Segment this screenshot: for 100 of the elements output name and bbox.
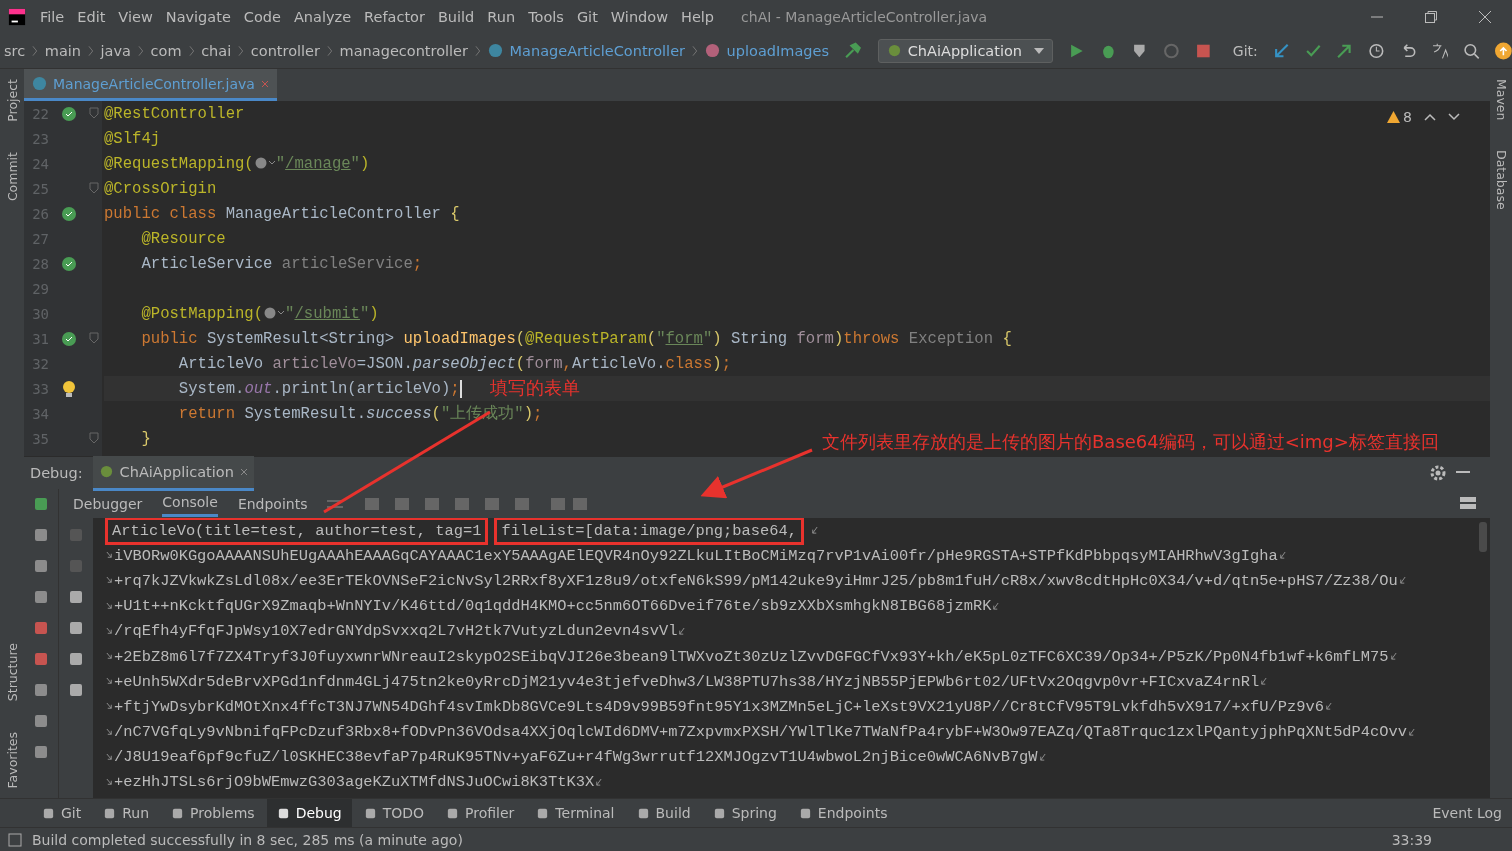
- run-configuration-dropdown[interactable]: ChAiApplication: [877, 38, 1053, 63]
- down-caret-icon[interactable]: [1448, 113, 1460, 121]
- bean-icon[interactable]: [61, 330, 77, 347]
- breadcrumb-item[interactable]: main: [44, 42, 81, 59]
- wrap-start-icon: [106, 777, 113, 787]
- menu-item[interactable]: View: [118, 8, 153, 25]
- tool-window-tab[interactable]: Git: [32, 799, 92, 827]
- code-line: @Resource: [140, 229, 226, 248]
- tool-window-tab[interactable]: Spring: [702, 799, 787, 827]
- menu-item[interactable]: File: [40, 8, 65, 25]
- close-icon[interactable]: [1478, 9, 1492, 24]
- menu-item[interactable]: Run: [487, 8, 516, 25]
- menu-item[interactable]: Edit: [77, 8, 106, 25]
- fold-icon[interactable]: [89, 181, 99, 194]
- tool-window-tab[interactable]: Debug: [266, 799, 352, 827]
- update-icon[interactable]: [1272, 41, 1290, 60]
- panel-tab[interactable]: Console: [162, 490, 218, 517]
- wrap-end-icon: [678, 626, 686, 636]
- menu-item[interactable]: Window: [610, 8, 668, 25]
- console-output: +2EbZ8m6l7f7ZX4Tryf3J0fuyxwnrWNreauI2skypO2SEibqVJI26e3bean9lTWXvoZt30zUzlZvvDGFGCfVx93Y+kh/eK5pL0zTFC6XC39/Op34+/P5zK/Pp0N4fb1wf+k6mfLM75: [114, 647, 1389, 666]
- settings-icon[interactable]: [1430, 465, 1446, 481]
- caret-position[interactable]: 33:39: [1391, 831, 1432, 848]
- tool-window-button[interactable]: Maven: [1493, 79, 1509, 121]
- tool-window-tab[interactable]: Problems: [161, 799, 265, 827]
- tool-window-button[interactable]: Project: [4, 79, 20, 122]
- menu-item[interactable]: Build: [437, 8, 475, 25]
- tool-window-button[interactable]: Favorites: [4, 731, 20, 788]
- wrap-start-icon: [106, 702, 113, 712]
- wrap-start-icon: [106, 601, 113, 611]
- chevron-icon: [32, 44, 38, 57]
- lightbulb-icon[interactable]: [62, 379, 76, 398]
- close-icon[interactable]: [239, 467, 248, 476]
- class-icon: [32, 76, 47, 91]
- breadcrumb-item[interactable]: chai: [201, 42, 232, 59]
- wrap-start-icon: [106, 727, 113, 737]
- wrap-end-icon: [1260, 677, 1268, 687]
- code-line: @Slf4j: [104, 129, 161, 148]
- tool-window-tab[interactable]: Profiler: [436, 799, 525, 827]
- menu-item[interactable]: Refactor: [364, 8, 425, 25]
- spring-app-icon: [98, 464, 114, 479]
- stop-icon[interactable]: [32, 619, 50, 637]
- history-icon[interactable]: [1368, 41, 1385, 60]
- annotation-note: 文件列表里存放的是上传的图片的Base64编码，可以通过<img>标签直接回: [822, 430, 1439, 454]
- breadcrumb-item[interactable]: ManageArticleController: [509, 42, 685, 59]
- up-caret-icon[interactable]: [1424, 113, 1436, 121]
- tool-window-tab[interactable]: Endpoints: [788, 799, 898, 827]
- restore-icon[interactable]: [1424, 9, 1438, 24]
- fold-icon[interactable]: [89, 431, 99, 444]
- event-log-tab[interactable]: Event Log: [1422, 799, 1512, 827]
- wrap-end-icon: [1038, 752, 1046, 762]
- translate-icon[interactable]: [1431, 41, 1449, 60]
- scrollbar-thumb[interactable]: [1479, 522, 1487, 552]
- chevron-icon: [475, 44, 481, 57]
- console-output: iVBORw0KGgoAAAANSUhEUgAAAhEAAAGqCAYAAAC1exY5AAAgAElEQVR4nOy92ZLkuLItBoCMiMzq7rvP1vAi00fr/pHe9RGSTA+STPfKdPbbpqsyMIAHRhwV3gIgha: [114, 546, 1278, 565]
- code-line: @CrossOrigin: [104, 179, 217, 198]
- tool-window-tab[interactable]: Run: [93, 799, 160, 827]
- git-label: Git:: [1232, 42, 1258, 59]
- code-line: public SystemResult<String> uploadImages(@RequestParam("form") String form)throws Exception {: [140, 329, 1012, 348]
- console-output: +ftjYwDsybrKdMOtXnx4ffcT3NJ7WN54DGhf4svImkDb8GVCe9Lts4D9v99B59fnt95Y1x3MZMn5eLjC+leXst9VX21yU8P//Cr8tCfV95T9Lvkfdh5vX917/+xfU/Pz9v6: [114, 697, 1324, 716]
- menu-item[interactable]: Git: [576, 8, 598, 25]
- layout-icon[interactable]: [1460, 496, 1476, 511]
- fold-icon[interactable]: [89, 106, 99, 119]
- method-icon: [704, 43, 720, 58]
- wrap-end-icon: [811, 526, 818, 536]
- breadcrumb-item[interactable]: java: [100, 42, 131, 59]
- bean-icon[interactable]: [61, 255, 77, 272]
- panel-tab[interactable]: Endpoints: [237, 491, 308, 516]
- wrap-start-icon: [106, 551, 113, 561]
- console-output: /nC7VGfqLy9vNbnifqFPcDzuf3Rbx8+fODvPn36VOdsa4XXjOqlcWId6DMV+m7ZxpvmxPXSH/YWlTlKe7TWaNfPa4rybF+W3Ow97EAZq/QTa8Trquc1zxlPQantyjphPqXNt5dP4cOvv: [114, 723, 1408, 742]
- tool-window-button[interactable]: Database: [1493, 150, 1509, 211]
- menu-item[interactable]: Analyze: [293, 8, 352, 25]
- search-icon[interactable]: [1463, 41, 1481, 60]
- panel-toggle-icon[interactable]: [8, 832, 22, 847]
- menu-item[interactable]: Tools: [528, 8, 564, 25]
- session-tab[interactable]: ChAiApplication: [92, 455, 254, 491]
- tool-window-tab[interactable]: TODO: [353, 799, 435, 827]
- bean-icon[interactable]: [61, 205, 77, 222]
- breadcrumb-item[interactable]: controller: [250, 42, 320, 59]
- annotation-note: 填写的表单: [490, 378, 580, 398]
- fold-icon[interactable]: [89, 331, 99, 344]
- breadcrumb-item[interactable]: com: [150, 42, 182, 59]
- wrap-start-icon: [106, 576, 113, 586]
- wrap-end-icon: [1278, 551, 1286, 561]
- tool-window-button[interactable]: Commit: [4, 151, 20, 201]
- tool-window-tab[interactable]: Terminal: [526, 799, 625, 827]
- minimize-panel-icon[interactable]: [1456, 471, 1470, 475]
- tool-window-button[interactable]: Structure: [4, 643, 20, 702]
- bean-icon[interactable]: [61, 105, 77, 122]
- code-line: ArticleVo articleVo=JSON.parseObject(form,ArticleVo.class);: [177, 354, 732, 373]
- menu-item[interactable]: Code: [243, 8, 281, 25]
- chevron-icon: [692, 44, 698, 57]
- tool-window-tab[interactable]: Build: [626, 799, 701, 827]
- menu-item[interactable]: Help: [681, 8, 715, 25]
- breadcrumb-item[interactable]: managecontroller: [339, 42, 468, 59]
- menu-item[interactable]: Navigate: [165, 8, 231, 25]
- warning-count[interactable]: 8: [1387, 109, 1412, 125]
- breadcrumb-item[interactable]: uploadImages: [726, 42, 829, 59]
- app-logo-icon: [8, 7, 26, 26]
- panel-tab[interactable]: Debugger: [73, 491, 143, 516]
- breadcrumb-item[interactable]: src: [4, 42, 26, 59]
